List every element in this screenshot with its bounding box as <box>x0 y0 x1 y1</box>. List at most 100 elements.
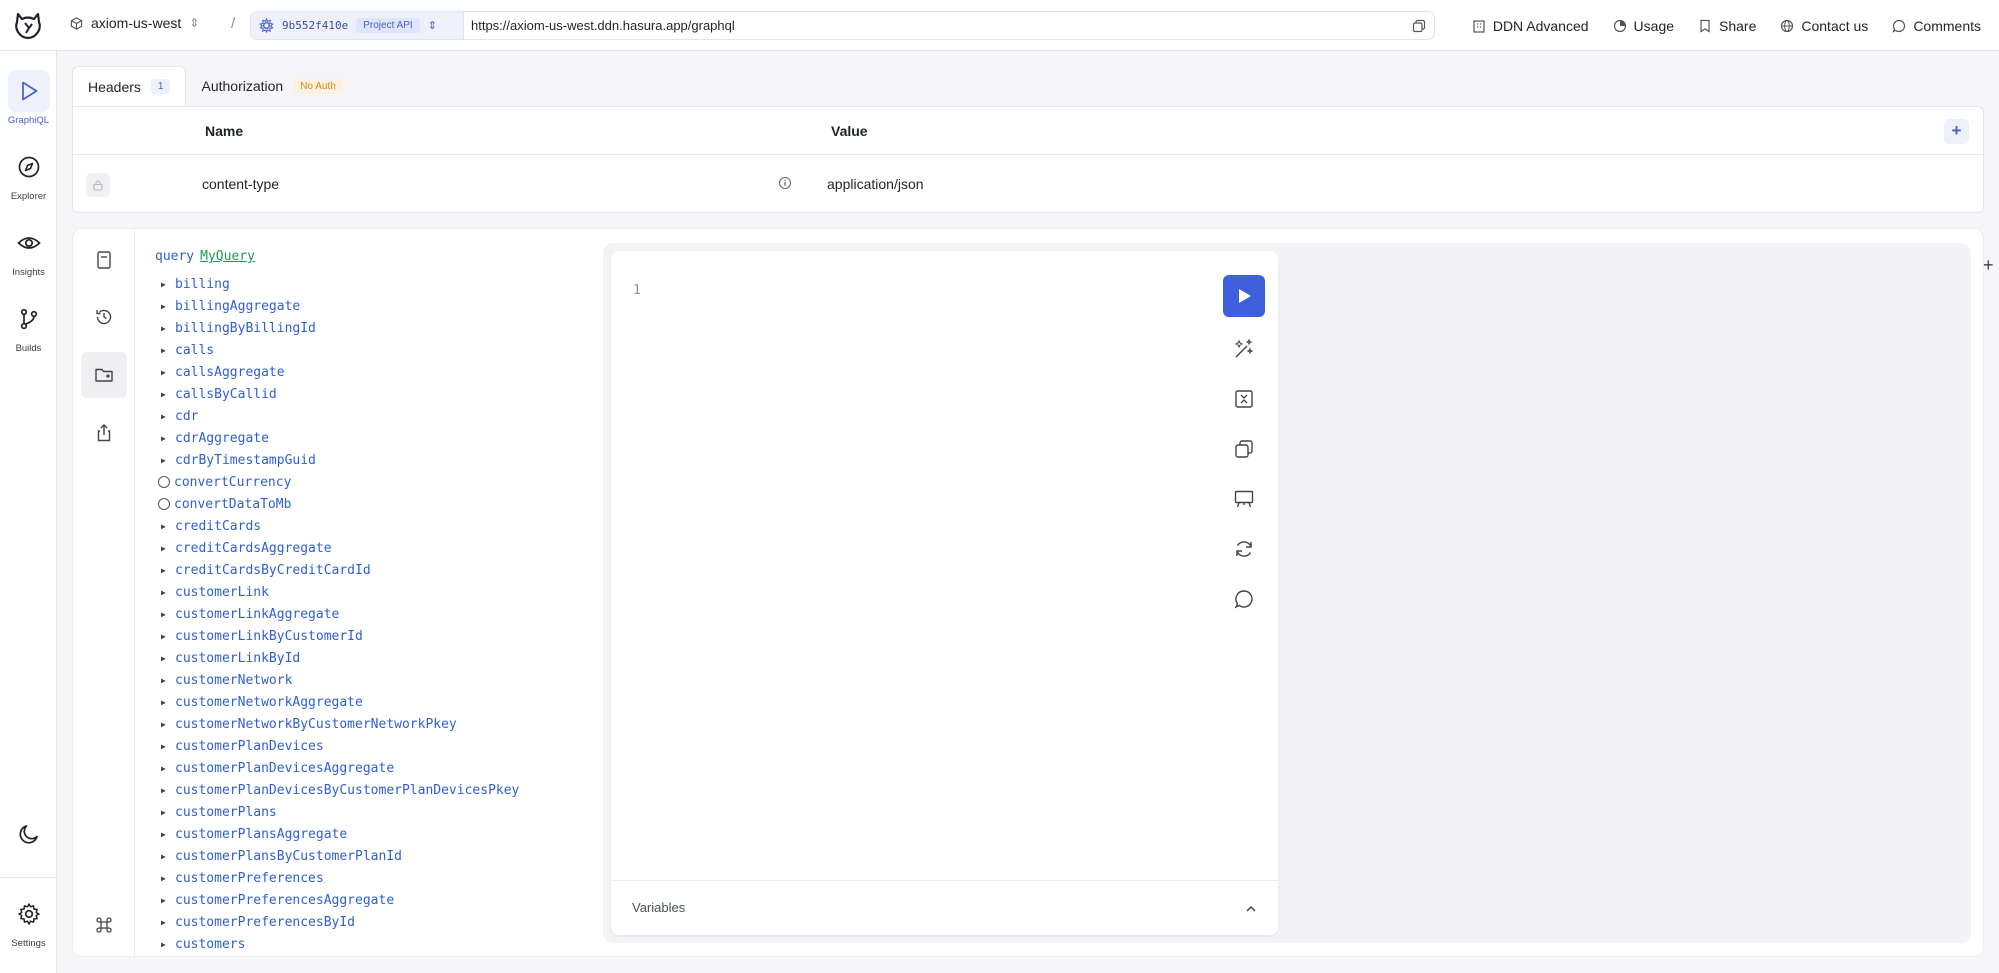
radio-circle-icon[interactable] <box>158 476 170 488</box>
endpoint-url[interactable]: https://axiom-us-west.ddn.hasura.app/gra… <box>464 18 1412 33</box>
caret-right-icon[interactable]: ▶ <box>155 698 175 707</box>
query-name[interactable]: MyQuery <box>200 249 255 264</box>
variables-panel[interactable]: Variables <box>611 880 1278 935</box>
docs-button[interactable] <box>81 237 127 283</box>
nav-graphiql[interactable]: GraphiQL <box>0 70 57 126</box>
caret-right-icon[interactable]: ▶ <box>155 742 175 751</box>
explorer-field[interactable]: ▶ cdrByTimestampGuid <box>155 449 645 471</box>
explorer-field[interactable]: convertDataToMb <box>155 493 645 515</box>
comments-button[interactable]: Comments <box>1892 18 1981 34</box>
explorer-field[interactable]: ▶ customerPlansAggregate <box>155 823 645 845</box>
run-query-button[interactable] <box>1223 275 1265 317</box>
caret-right-icon[interactable]: ▶ <box>155 346 175 355</box>
build-selector[interactable]: 9b552f410e Project API ⇕ <box>251 12 464 39</box>
usage-button[interactable]: Usage <box>1613 18 1674 34</box>
caret-right-icon[interactable]: ▶ <box>155 720 175 729</box>
info-icon[interactable] <box>778 176 792 190</box>
caret-right-icon[interactable]: ▶ <box>155 434 175 443</box>
nav-settings[interactable]: Settings <box>0 893 57 949</box>
explorer-field[interactable]: ▶ creditCardsAggregate <box>155 537 645 559</box>
add-header-button[interactable]: + <box>1944 119 1969 144</box>
add-tab-button[interactable]: + <box>1983 255 1994 276</box>
explorer-field[interactable]: ▶ customerNetwork <box>155 669 645 691</box>
tab-authorization[interactable]: Authorization No Auth <box>186 66 357 106</box>
ddn-advanced-button[interactable]: DDN Advanced <box>1472 18 1589 34</box>
header-value-value[interactable]: application/json <box>827 176 924 192</box>
explorer-field[interactable]: ▶ cdr <box>155 405 645 427</box>
caret-right-icon[interactable]: ▶ <box>155 566 175 575</box>
nav-explorer[interactable]: Explorer <box>0 146 57 202</box>
merge-fragments-button[interactable] <box>1223 381 1265 417</box>
command-palette-button[interactable] <box>81 902 127 948</box>
caret-right-icon[interactable]: ▶ <box>155 852 175 861</box>
explorer-field[interactable]: ▶ creditCards <box>155 515 645 537</box>
caret-right-icon[interactable]: ▶ <box>155 764 175 773</box>
explorer-field[interactable]: ▶ creditCardsByCreditCardId <box>155 559 645 581</box>
caret-right-icon[interactable]: ▶ <box>155 280 175 289</box>
explorer-field[interactable]: ▶ customerPlans <box>155 801 645 823</box>
dark-mode-toggle[interactable] <box>0 813 57 858</box>
share-button[interactable]: Share <box>1698 18 1756 34</box>
explorer-field[interactable]: ▶ callsAggregate <box>155 361 645 383</box>
explorer-field[interactable]: ▶ customerNetworkByCustomerNetworkPkey <box>155 713 645 735</box>
explorer-field[interactable]: ▶ customerNetworkAggregate <box>155 691 645 713</box>
caret-right-icon[interactable]: ▶ <box>155 390 175 399</box>
nav-builds[interactable]: Builds <box>0 298 57 354</box>
caret-right-icon[interactable]: ▶ <box>155 654 175 663</box>
caret-right-icon[interactable]: ▶ <box>155 324 175 333</box>
copy-query-button[interactable] <box>1223 431 1265 467</box>
caret-right-icon[interactable]: ▶ <box>155 412 175 421</box>
caret-right-icon[interactable]: ▶ <box>155 368 175 377</box>
explorer-field[interactable]: ▶ billingByBillingId <box>155 317 645 339</box>
header-name-value[interactable]: content-type <box>202 176 279 192</box>
caret-right-icon[interactable]: ▶ <box>155 522 175 531</box>
caret-right-icon[interactable]: ▶ <box>155 808 175 817</box>
explorer-field[interactable]: ▶ billingAggregate <box>155 295 645 317</box>
explorer-field[interactable]: convertCurrency <box>155 471 645 493</box>
caret-right-icon[interactable]: ▶ <box>155 918 175 927</box>
explorer-field[interactable]: ▶ billing <box>155 273 645 295</box>
explorer-field[interactable]: ▶ customers <box>155 933 645 955</box>
explorer-field[interactable]: ▶ calls <box>155 339 645 361</box>
explorer-field[interactable]: ▶ customerPlanDevices <box>155 735 645 757</box>
explorer-field[interactable]: ▶ customerPreferencesAggregate <box>155 889 645 911</box>
caret-right-icon[interactable]: ▶ <box>155 874 175 883</box>
caret-right-icon[interactable]: ▶ <box>155 588 175 597</box>
explorer-field[interactable]: ▶ customerLink <box>155 581 645 603</box>
comment-button[interactable] <box>1223 581 1265 617</box>
explorer-field[interactable]: ▶ cdrAggregate <box>155 427 645 449</box>
caret-right-icon[interactable]: ▶ <box>155 544 175 553</box>
present-button[interactable] <box>1223 481 1265 517</box>
explorer-field[interactable]: ▶ callsByCallid <box>155 383 645 405</box>
caret-right-icon[interactable]: ▶ <box>155 940 175 949</box>
export-button[interactable] <box>81 410 127 456</box>
explorer-field[interactable]: ▶ customerPreferencesById <box>155 911 645 933</box>
caret-right-icon[interactable]: ▶ <box>155 786 175 795</box>
chevron-up-icon[interactable] <box>1244 902 1258 916</box>
explorer-field[interactable]: ▶ customerLinkAggregate <box>155 603 645 625</box>
prettify-button[interactable] <box>1223 331 1265 367</box>
copy-icon[interactable] <box>1412 19 1426 33</box>
explorer-field[interactable]: ▶ customerLinkByCustomerId <box>155 625 645 647</box>
refetch-schema-button[interactable] <box>1223 531 1265 567</box>
hasura-logo-icon[interactable] <box>12 10 44 42</box>
tab-headers[interactable]: Headers 1 <box>72 66 187 106</box>
caret-right-icon[interactable]: ▶ <box>155 676 175 685</box>
explorer-field[interactable]: ▶ customerPreferences <box>155 867 645 889</box>
explorer-button[interactable] <box>81 352 127 398</box>
explorer-field[interactable]: ▶ customerPlanDevicesAggregate <box>155 757 645 779</box>
project-selector[interactable]: axiom-us-west ⇕ <box>70 15 199 31</box>
caret-right-icon[interactable]: ▶ <box>155 610 175 619</box>
caret-right-icon[interactable]: ▶ <box>155 632 175 641</box>
caret-right-icon[interactable]: ▶ <box>155 830 175 839</box>
contact-us-button[interactable]: Contact us <box>1780 18 1868 34</box>
caret-right-icon[interactable]: ▶ <box>155 456 175 465</box>
explorer-field[interactable]: ▶ customerPlanDevicesByCustomerPlanDevice… <box>155 779 645 801</box>
lock-icon[interactable] <box>86 173 110 197</box>
query-editor[interactable]: 1 Variables <box>611 251 1278 935</box>
caret-right-icon[interactable]: ▶ <box>155 896 175 905</box>
history-button[interactable] <box>81 294 127 340</box>
explorer-field[interactable]: ▶ customerPlansByCustomerPlanId <box>155 845 645 867</box>
caret-right-icon[interactable]: ▶ <box>155 302 175 311</box>
radio-circle-icon[interactable] <box>158 498 170 510</box>
